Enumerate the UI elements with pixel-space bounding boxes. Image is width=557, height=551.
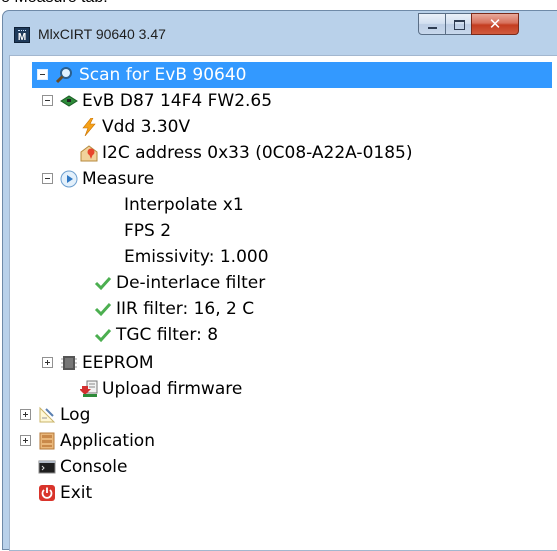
minimize-button[interactable] xyxy=(418,13,446,35)
tree-item-label: Vdd 3.30V xyxy=(102,117,191,137)
expand-toggle[interactable] xyxy=(20,409,31,420)
caption-text: e Measure tab. xyxy=(0,0,557,8)
collapse-toggle[interactable] xyxy=(37,69,48,80)
window-title: MlxCIRT 90640 3.47 xyxy=(38,26,166,42)
board-icon xyxy=(60,95,78,107)
lightning-icon xyxy=(82,118,96,136)
checkmark-icon xyxy=(94,328,112,343)
tree-item-label: I2C address 0x33 (0C08-A22A-0185) xyxy=(102,143,413,163)
close-button[interactable]: ✕ xyxy=(471,13,519,35)
log-notepad-icon xyxy=(39,406,56,423)
checkmark-icon xyxy=(94,276,112,291)
chip-icon xyxy=(61,356,77,370)
maximize-icon xyxy=(454,20,465,30)
app-logo-icon: M xyxy=(14,27,30,43)
tree-item-label: IIR filter: 16, 2 C xyxy=(116,299,255,319)
tree-item-label: EvB D87 14F4 FW2.65 xyxy=(82,91,273,111)
tree-item-label: Upload firmware xyxy=(102,379,243,399)
tree-panel: Scan for EvB 90640 EvB D87 14F4 FW2.65 V… xyxy=(9,55,557,551)
checkmark-icon xyxy=(94,302,112,317)
application-icon xyxy=(39,432,55,450)
tree-view[interactable]: Scan for EvB 90640 EvB D87 14F4 FW2.65 V… xyxy=(10,56,557,550)
tree-item-label: Console xyxy=(60,457,128,477)
tree-item-label: Measure xyxy=(82,169,155,189)
tree-item-label: Application xyxy=(60,431,155,451)
play-icon xyxy=(60,170,78,188)
tree-item-label: EEPROM xyxy=(82,353,154,373)
expand-toggle[interactable] xyxy=(42,357,53,368)
tree-item-label: Emissivity: 1.000 xyxy=(124,247,269,267)
power-icon xyxy=(39,485,55,501)
app-window: M MlxCIRT 90640 3.47 ✕ Scan for EvB 9064… xyxy=(2,10,557,551)
tree-item-label: Scan for EvB 90640 xyxy=(79,65,247,85)
tree-item-label: Log xyxy=(60,405,91,425)
title-bar[interactable]: M MlxCIRT 90640 3.47 ✕ xyxy=(3,11,557,53)
tree-item-label: Interpolate x1 xyxy=(124,195,244,215)
collapse-toggle[interactable] xyxy=(42,95,53,106)
upload-firmware-icon xyxy=(80,380,98,397)
tree-item-label: De-interlace filter xyxy=(116,273,266,293)
console-icon xyxy=(38,460,56,474)
tree-item-label: Exit xyxy=(60,483,93,503)
collapse-toggle[interactable] xyxy=(42,173,53,184)
minimize-icon xyxy=(428,27,437,29)
close-icon: ✕ xyxy=(488,15,502,33)
tree-item-label: FPS 2 xyxy=(124,221,172,241)
search-icon xyxy=(55,67,72,84)
maximize-button[interactable] xyxy=(445,13,472,35)
tree-item-scan[interactable]: Scan for EvB 90640 xyxy=(32,62,552,88)
tree-item-label: TGC filter: 8 xyxy=(116,325,219,345)
expand-toggle[interactable] xyxy=(20,435,31,446)
address-pin-icon xyxy=(80,145,98,162)
